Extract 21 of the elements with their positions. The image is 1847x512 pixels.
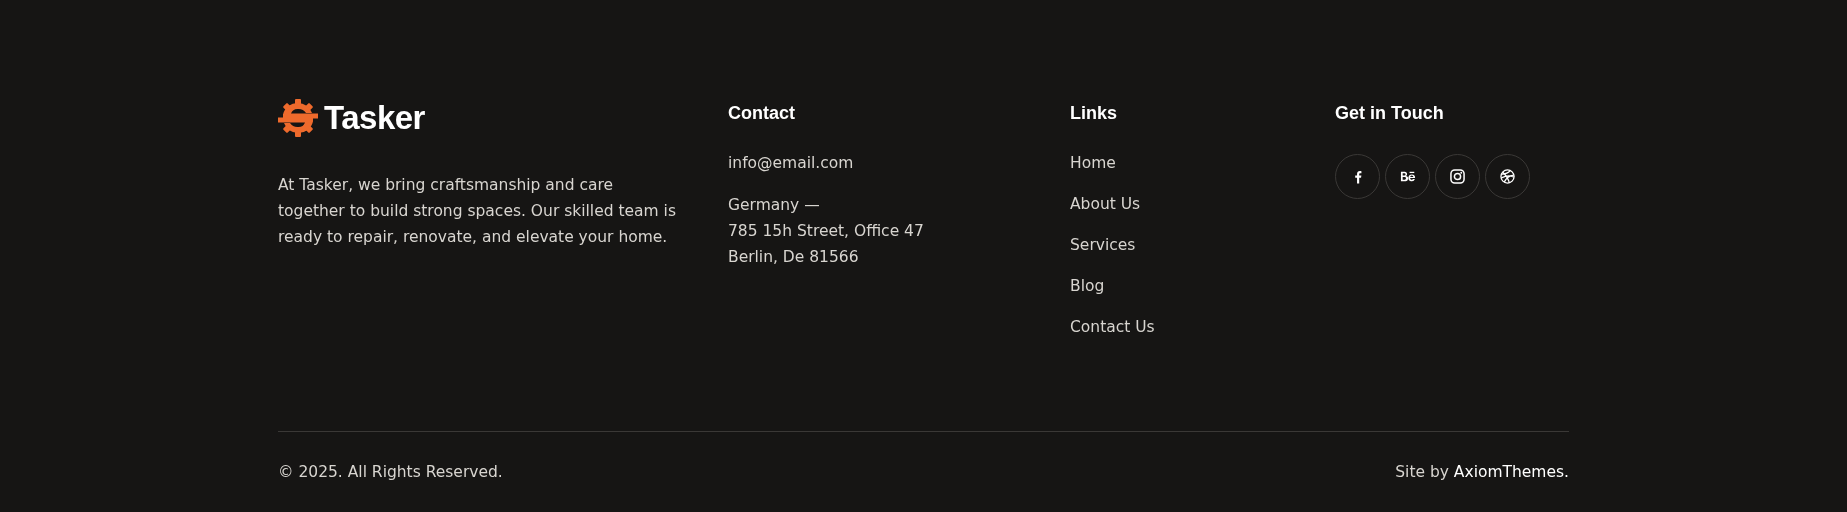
logo-text: Tasker <box>324 99 425 137</box>
column-heading: Links <box>1070 103 1117 124</box>
address-line: 785 15h Street, Office 47 <box>728 221 924 242</box>
facebook-icon <box>1353 169 1362 184</box>
gear-logo-icon <box>278 98 318 138</box>
credit-text: Site by AxiomThemes. <box>1395 463 1569 481</box>
behance-icon <box>1399 171 1416 182</box>
email-link[interactable]: info@email.com <box>728 152 854 174</box>
instagram-icon <box>1450 169 1465 184</box>
dribbble-icon <box>1500 169 1515 184</box>
copyright-text: © 2025. All Rights Reserved. <box>278 463 503 481</box>
address-line: Germany — <box>728 195 821 216</box>
column-heading: Contact <box>728 103 795 124</box>
column-heading: Get in Touch <box>1335 103 1444 124</box>
footer-link[interactable]: About Us <box>1070 193 1155 215</box>
footer-link[interactable]: Blog <box>1070 275 1155 297</box>
description-text: At Tasker, we bring craftsmanship and care together to build strong spaces. Our skilled team is ready to repair, renovate, and elevate your home. <box>278 175 677 248</box>
footer-link[interactable]: Services <box>1070 234 1155 256</box>
footer-link[interactable]: Home <box>1070 152 1155 174</box>
footer-link[interactable]: Contact Us <box>1070 316 1155 338</box>
address-line: Berlin, De 81566 <box>728 247 860 268</box>
